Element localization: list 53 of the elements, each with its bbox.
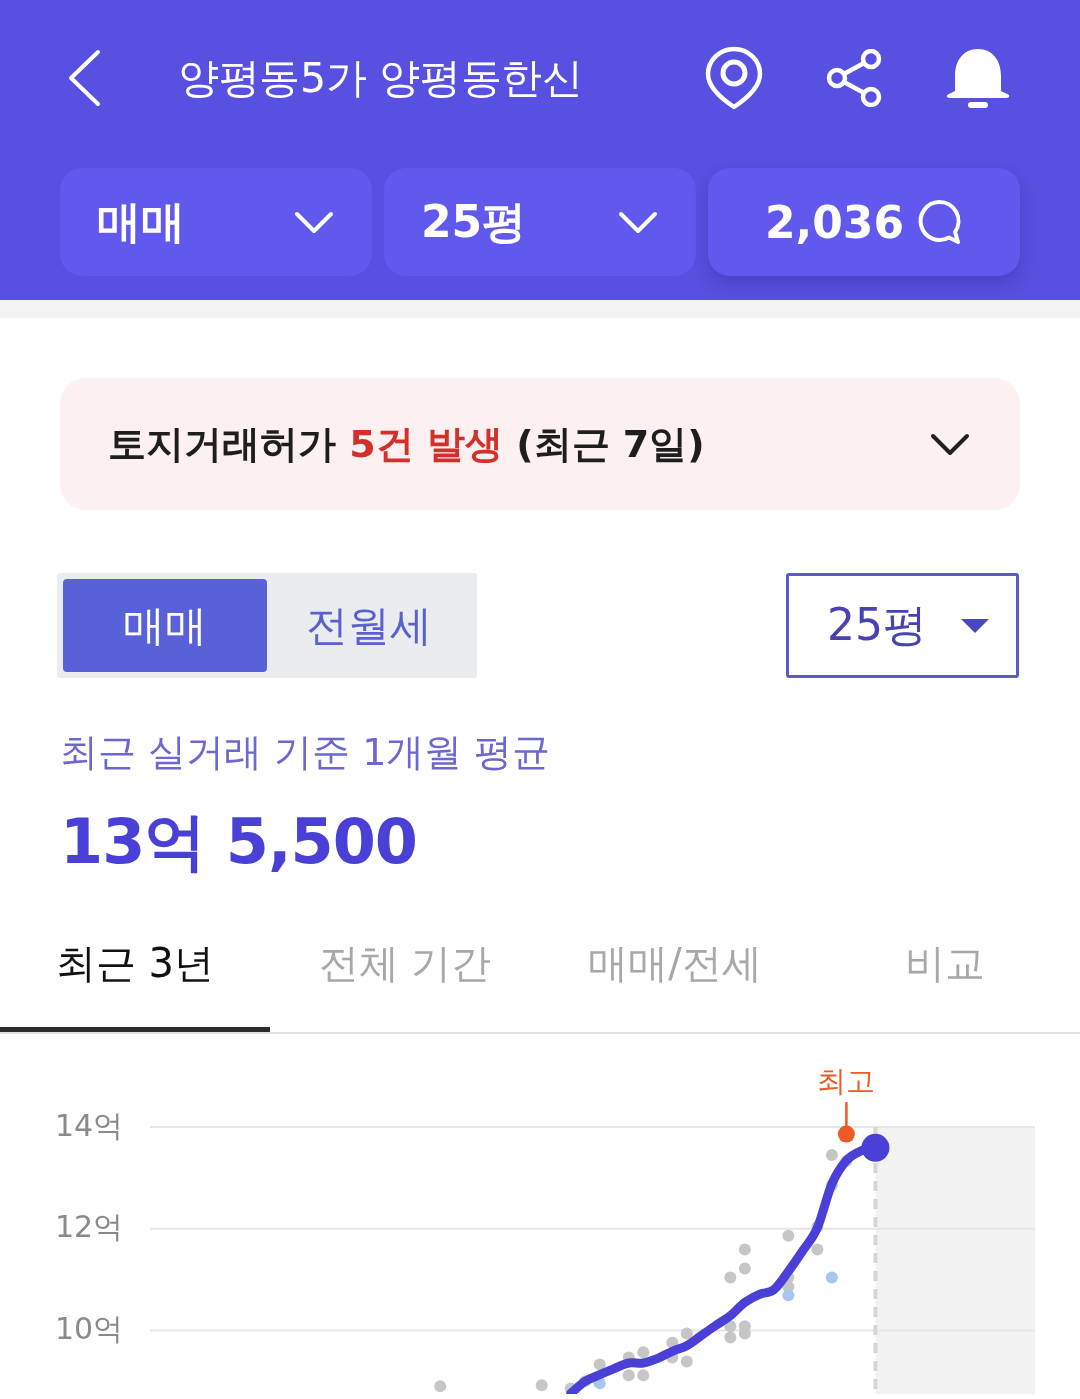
- data-point: [637, 1369, 650, 1382]
- data-point: [837, 1125, 855, 1143]
- data-point: [738, 1327, 751, 1340]
- data-point: [825, 1271, 838, 1284]
- page-title: 양평동5가 양평동한신: [178, 52, 584, 104]
- back-button[interactable]: [66, 49, 102, 107]
- y-axis-label: 14억: [55, 1107, 124, 1143]
- data-point: [724, 1331, 737, 1344]
- data-point: [593, 1358, 606, 1371]
- data-point: [724, 1320, 737, 1333]
- notice-text: 토지거래허가 5건 발생 (최근 7일): [108, 420, 705, 468]
- caret-icon: [961, 618, 989, 633]
- data-point: [593, 1377, 606, 1390]
- data-point: [637, 1346, 650, 1359]
- notice-banner[interactable]: 토지거래허가 5건 발생 (최근 7일): [60, 378, 1020, 510]
- data-point: [622, 1369, 635, 1382]
- data-point: [782, 1229, 795, 1242]
- chat-bubble-icon: [916, 199, 963, 245]
- notification-button[interactable]: [944, 46, 1012, 110]
- leader-line: [845, 1102, 848, 1127]
- y-axis-label: 12억: [55, 1209, 124, 1245]
- map-pin-button[interactable]: [705, 46, 763, 110]
- chevron-down-icon: [618, 210, 658, 234]
- map-pin-icon: [705, 46, 763, 110]
- segment-tab[interactable]: 매매: [63, 579, 267, 672]
- data-point: [666, 1351, 679, 1364]
- average-caption: 최근 실거래 기준 1개월 평균: [60, 729, 551, 776]
- filter-dropdown[interactable]: 25평: [384, 168, 696, 276]
- share-icon: [825, 49, 883, 107]
- data-point: [738, 1262, 751, 1275]
- data-point: [666, 1336, 679, 1349]
- current-point-marker: [861, 1133, 890, 1162]
- size-dropdown[interactable]: 25평: [786, 573, 1019, 678]
- period-tab[interactable]: 최근 3년: [0, 900, 270, 1032]
- filter-dropdown[interactable]: 매매: [60, 168, 372, 276]
- back-icon: [66, 49, 102, 107]
- data-point: [680, 1327, 693, 1340]
- data-point: [811, 1243, 824, 1256]
- data-point: [738, 1243, 751, 1256]
- peak-label: 최고: [817, 1064, 876, 1099]
- bell-icon: [944, 46, 1012, 110]
- data-point: [680, 1355, 693, 1368]
- data-point: [724, 1271, 737, 1284]
- data-point: [434, 1380, 447, 1393]
- average-price: 13억 5,500: [60, 804, 417, 880]
- y-axis-label: 10억: [55, 1310, 124, 1346]
- chevron-down-icon: [294, 210, 334, 234]
- share-button[interactable]: [825, 49, 883, 107]
- data-point: [782, 1289, 795, 1302]
- data-point: [825, 1148, 838, 1161]
- data-point: [535, 1379, 548, 1392]
- segment-tab[interactable]: 전월세: [267, 579, 471, 672]
- comment-count-button[interactable]: 2,036: [708, 168, 1020, 276]
